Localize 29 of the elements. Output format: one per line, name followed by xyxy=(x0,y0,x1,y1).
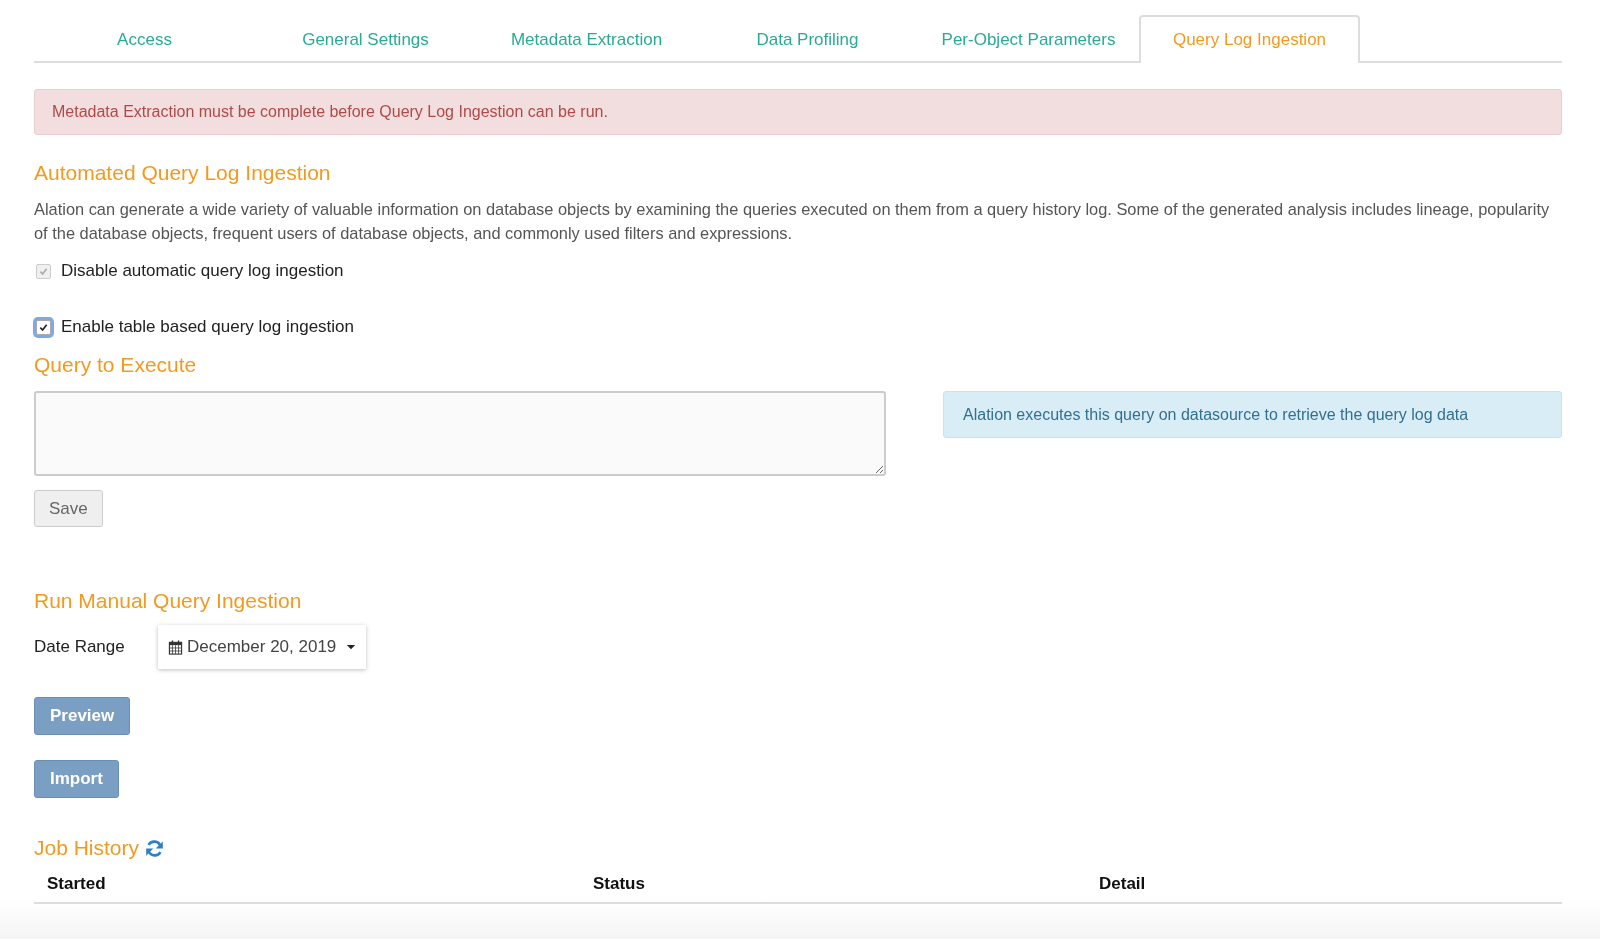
tab[interactable]: General Settings xyxy=(255,15,476,61)
tab[interactable]: Data Profiling xyxy=(697,15,918,61)
caret-icon xyxy=(346,644,357,650)
preview-button[interactable]: Preview xyxy=(34,697,131,735)
tab[interactable]: Access xyxy=(34,15,255,61)
column-header: Detail xyxy=(1099,874,1147,894)
column-header: Status xyxy=(593,874,646,894)
section-heading: Job History xyxy=(34,836,140,860)
query-field[interactable] xyxy=(34,391,886,476)
save-button[interactable]: Save xyxy=(34,490,103,527)
checkbox[interactable] xyxy=(36,319,51,335)
refresh-icon[interactable] xyxy=(145,838,165,858)
section-heading: Automated Query Log Ingestion xyxy=(34,161,332,185)
section-heading: Run Manual Query Ingestion xyxy=(34,589,303,613)
date-range-label: Date Range xyxy=(34,637,126,657)
date-picker[interactable]: December 20, 2019 xyxy=(158,625,367,669)
description-text: Alation can generate a wide variety of valuable information on database objects by examining the queries executed on them from a query history log. Some of the generated analysis includes lineage, popularity of the database objects, frequent users of database objects, and commonly used filters and expressions. xyxy=(34,199,1551,244)
tab[interactable]: Query Log Ingestion xyxy=(1139,15,1360,63)
import-button[interactable]: Import xyxy=(34,760,119,798)
tab[interactable]: Per-Object Parameters xyxy=(918,15,1139,61)
error-alert: Metadata Extraction must be complete before Query Log Ingestion can be run. xyxy=(34,89,1562,135)
calendar-icon xyxy=(168,639,183,655)
checkbox-label: Enable table based query log ingestion xyxy=(61,317,354,337)
info-alert: Alation executes this query on datasource to retrieve the query log data xyxy=(943,391,1562,438)
check-icon xyxy=(39,322,48,332)
column-header: Started xyxy=(47,874,107,894)
section-heading: Query to Execute xyxy=(34,353,198,377)
checkbox-label: Disable automatic query log ingestion xyxy=(61,261,344,281)
tab[interactable]: Metadata Extraction xyxy=(476,15,697,61)
